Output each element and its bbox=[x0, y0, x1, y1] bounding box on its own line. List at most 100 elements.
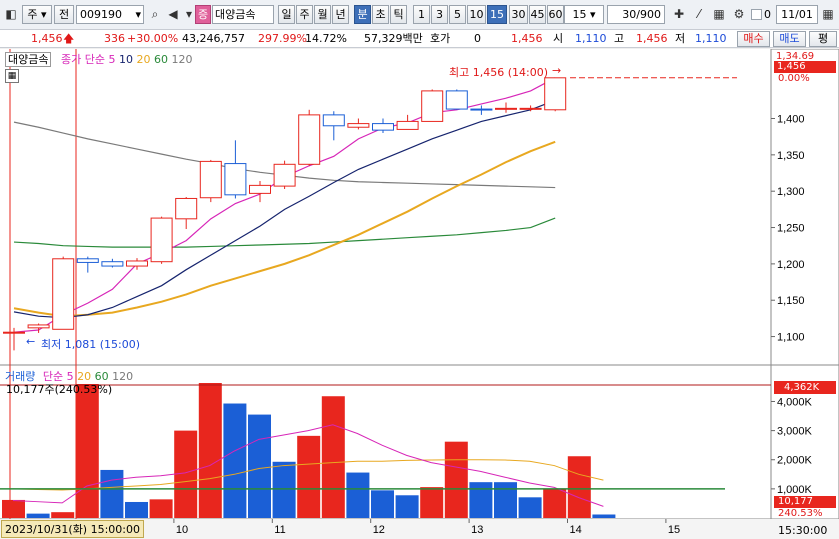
arrow-left-icon: ← bbox=[26, 335, 36, 348]
interval-button[interactable]: 5 bbox=[449, 5, 466, 24]
day-label: 12 bbox=[373, 524, 385, 536]
high-label: 고 bbox=[614, 32, 625, 45]
volume-bar bbox=[346, 472, 370, 518]
volume-bar bbox=[543, 488, 567, 518]
quote-info-bar: 1,456 🡅 336 +30.00% 43,246,757 297.99% 1… bbox=[0, 30, 839, 48]
interval-select[interactable]: 15 ▾ bbox=[564, 5, 604, 24]
interval-button[interactable]: 1 bbox=[413, 5, 430, 24]
max-price-annotation: 최고 1,456 (14:00) bbox=[449, 66, 549, 79]
stock-code-input[interactable]: 009190 ▾ bbox=[76, 5, 144, 24]
option-checkbox[interactable] bbox=[751, 9, 762, 20]
sell-button[interactable]: 매도 bbox=[773, 31, 806, 47]
volume-bar bbox=[198, 383, 222, 518]
arrow-right-icon: → bbox=[552, 64, 562, 77]
price-legend-ma-label: 종가 단순 bbox=[60, 53, 105, 66]
interval-button[interactable]: 15 bbox=[487, 5, 507, 24]
price-tick-label: 1,100 bbox=[777, 332, 805, 344]
candle-body bbox=[372, 123, 394, 131]
candle-body bbox=[298, 114, 321, 165]
interval-button[interactable]: 3 bbox=[431, 5, 448, 24]
candle-body bbox=[27, 324, 50, 329]
volume-bar bbox=[149, 499, 173, 518]
crosshair-icon[interactable]: ✚ bbox=[670, 5, 688, 24]
toolbar: ◧ 주 ▾ 전 009190 ▾ ⌕ ◀ ▾ 증 대양금속 일주월년분초틱 135… bbox=[0, 0, 839, 30]
interval-select-value: 15 bbox=[572, 8, 587, 21]
chevron-down-icon[interactable]: ▾ bbox=[135, 6, 141, 23]
period-button[interactable]: 분 bbox=[354, 5, 371, 24]
zero-percent-label: 0.00% bbox=[778, 73, 810, 84]
quote-label: 호가 bbox=[430, 32, 451, 45]
volume-bar bbox=[223, 403, 247, 518]
volume-bar bbox=[26, 513, 50, 518]
day-label: 13 bbox=[471, 524, 483, 536]
current-price-tag: 1,456 bbox=[774, 61, 836, 73]
eval-button[interactable]: 평 bbox=[809, 31, 837, 47]
interval-button[interactable]: 45 bbox=[529, 5, 546, 24]
candle-body bbox=[347, 123, 370, 128]
volume-bar bbox=[371, 490, 394, 518]
count-field[interactable]: 30/900 bbox=[607, 5, 665, 24]
price-tick-label: 1,350 bbox=[777, 150, 805, 162]
interval-button[interactable]: 10 bbox=[467, 5, 486, 24]
period-button[interactable]: 년 bbox=[332, 5, 349, 24]
layout-icon[interactable]: ◧ bbox=[2, 5, 20, 24]
interval-button[interactable]: 60 bbox=[547, 5, 564, 24]
volume-bar bbox=[420, 487, 444, 518]
price-legend-ma120: 120 bbox=[171, 53, 193, 66]
chart-canvas[interactable]: 1,400 1,350 1,300 1,250 1,200 1,150 1,100 4,000… bbox=[0, 49, 839, 539]
volume-bar bbox=[444, 441, 468, 518]
volume-tick-label: 3,000K bbox=[777, 426, 813, 438]
arrow-up-icon: 🡅 bbox=[63, 32, 75, 45]
candle-body bbox=[273, 163, 296, 187]
price-tick-label: 1,250 bbox=[777, 223, 805, 235]
period-button[interactable]: 일 bbox=[278, 5, 295, 24]
candle-body bbox=[76, 258, 99, 263]
chart-area[interactable]: 1,400 1,350 1,300 1,250 1,200 1,150 1,100 4,000… bbox=[0, 49, 839, 539]
period-button[interactable]: 월 bbox=[314, 5, 331, 24]
candle-body bbox=[445, 90, 468, 110]
buy-button[interactable]: 매수 bbox=[737, 31, 770, 47]
volume-bar bbox=[518, 497, 542, 518]
code-prefix-button[interactable]: 전 bbox=[54, 5, 74, 24]
volume-bar bbox=[297, 435, 321, 518]
mode-badge[interactable]: 증 bbox=[195, 5, 211, 24]
volume-bar bbox=[567, 456, 591, 518]
stock-name-field: 대양금속 bbox=[212, 5, 274, 24]
volume-bar bbox=[174, 430, 198, 518]
grid-toggle-icon[interactable]: ▦ bbox=[5, 69, 19, 83]
candle-body bbox=[175, 197, 198, 220]
search-icon[interactable]: ⌕ bbox=[146, 5, 164, 24]
date-field[interactable]: 11/01 bbox=[776, 5, 818, 24]
candle-body bbox=[470, 108, 493, 111]
current-price: 1,456 bbox=[31, 32, 63, 45]
volume-legend-ma120: 120 bbox=[112, 370, 134, 383]
volume-tick-label: 4,000K bbox=[777, 396, 813, 408]
candle-body bbox=[495, 107, 517, 110]
price-change-rate: +30.00% bbox=[127, 32, 179, 45]
chart-type-icon[interactable]: ▦ bbox=[710, 5, 728, 24]
high-value: 1,456 bbox=[636, 32, 668, 45]
volume-info: 10,177주(240.53%) bbox=[6, 383, 113, 396]
right-time-label: 15:30:00 bbox=[778, 524, 828, 537]
draw-tool-icon[interactable]: ⁄ bbox=[690, 5, 708, 24]
volume-bar bbox=[248, 414, 271, 518]
volume-ratio-tag: 240.53% bbox=[778, 508, 823, 519]
interval-button[interactable]: 30 bbox=[509, 5, 528, 24]
period-button[interactable]: 초 bbox=[372, 5, 389, 24]
calendar-icon[interactable]: ▦ bbox=[819, 5, 837, 24]
gear-icon[interactable]: ⚙ bbox=[730, 5, 748, 24]
price-legend-ma20: 20 bbox=[136, 53, 151, 66]
candle-body bbox=[544, 77, 567, 111]
candle-body bbox=[396, 120, 419, 130]
volume-bar bbox=[592, 514, 616, 518]
day-label: 14 bbox=[570, 524, 582, 536]
period-button[interactable]: 틱 bbox=[390, 5, 407, 24]
volume-tick-label: 2,000K bbox=[777, 455, 813, 467]
period-button[interactable]: 주 bbox=[296, 5, 313, 24]
candle-body bbox=[519, 107, 542, 110]
price-tick-label: 1,200 bbox=[777, 259, 805, 271]
candle-body bbox=[3, 331, 25, 334]
volume-current-tag: 10,177 bbox=[774, 496, 836, 508]
market-select[interactable]: 주 ▾ bbox=[22, 5, 52, 24]
volume-bar bbox=[2, 499, 25, 518]
